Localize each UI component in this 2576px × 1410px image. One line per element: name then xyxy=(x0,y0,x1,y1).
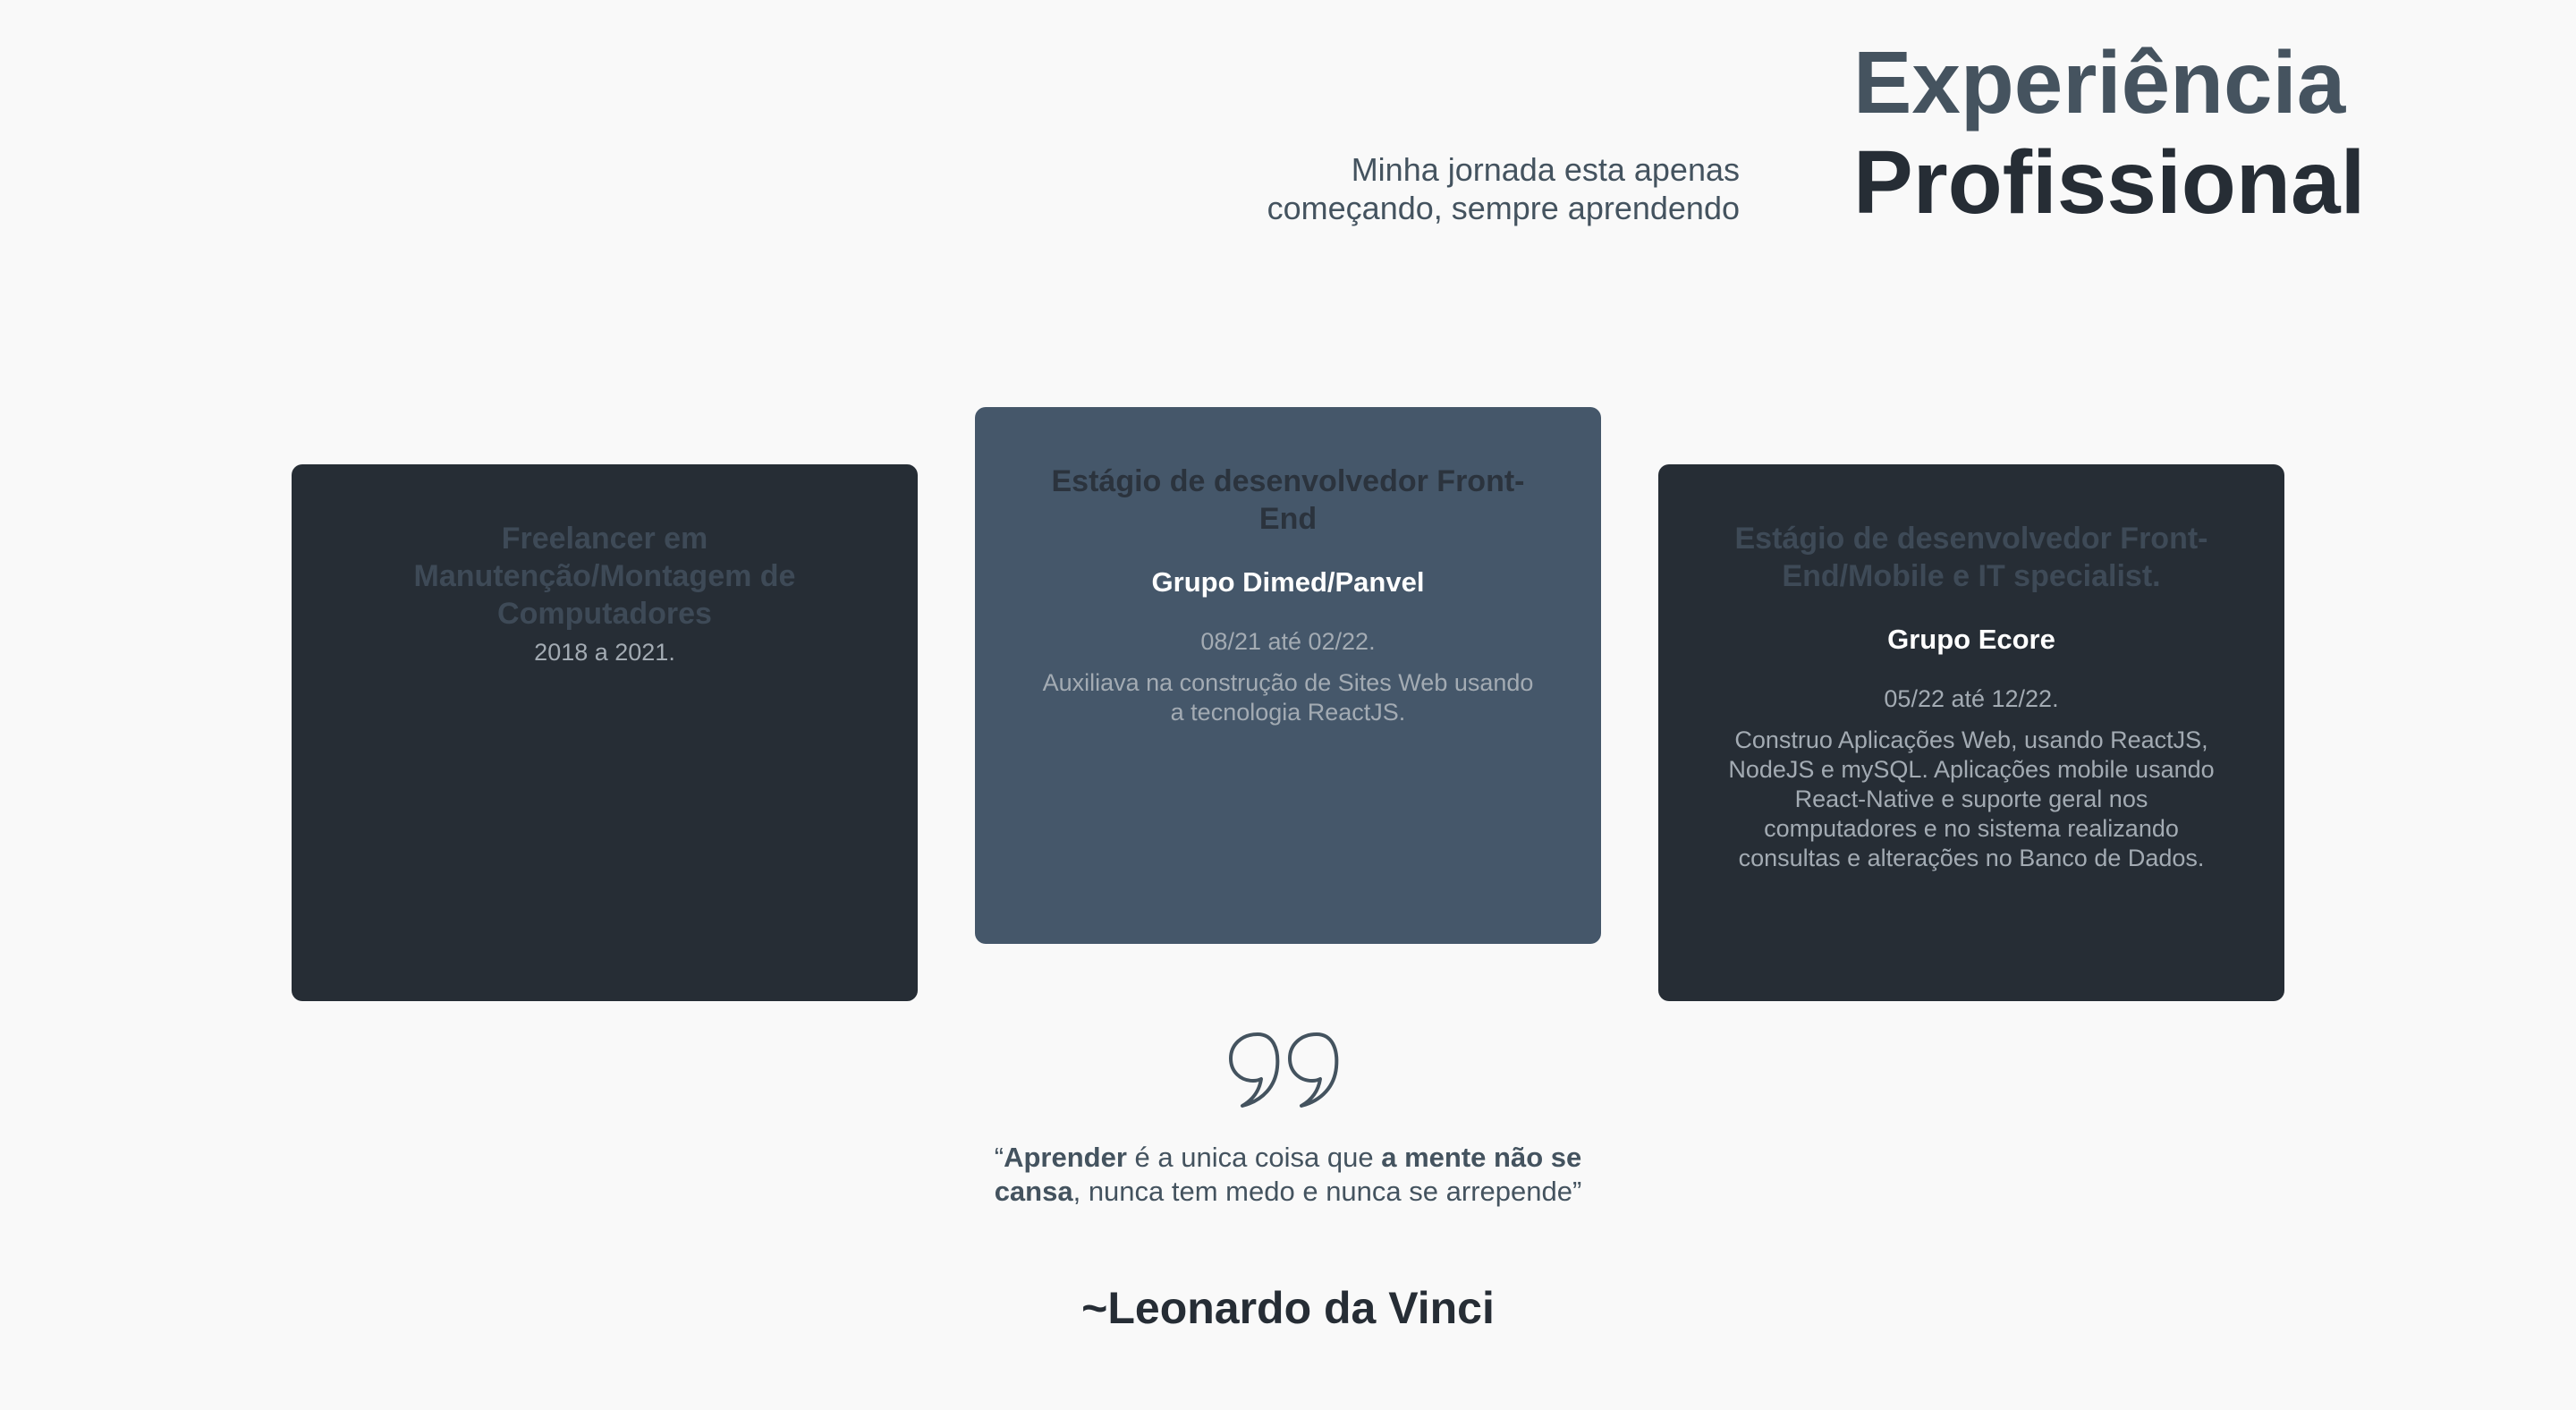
subtitle-line-1: Minha jornada esta apenas xyxy=(1351,151,1740,188)
card-company: Grupo Ecore xyxy=(1887,624,2055,655)
card-description: Auxiliava na construção de Sites Web usa… xyxy=(1042,669,1534,726)
quote-part-2: , nunca tem medo e nunca se arrepende xyxy=(1072,1176,1572,1207)
quote-author: ~Leonardo da Vinci xyxy=(1081,1283,1495,1333)
card-period: 2018 a 2021. xyxy=(534,639,675,666)
card-title: Estágio de desenvolvedor Front-End/Mobil… xyxy=(1734,522,2208,593)
quote-bold-word: Aprender xyxy=(1004,1142,1127,1173)
card-description: Construo Aplicações Web, usando ReactJS,… xyxy=(1728,726,2215,871)
card-title: Freelancer em Manutenção/Montagem de Com… xyxy=(413,522,796,631)
card-period: 08/21 até 02/22. xyxy=(1200,628,1376,655)
quote-open-mark: “ xyxy=(994,1142,1004,1173)
experience-card-dimed[interactable]: Estágio de desenvolvedor Front-End Grupo… xyxy=(975,407,1601,944)
quote-close-mark: ” xyxy=(1572,1176,1582,1207)
subtitle-line-2: começando, sempre aprendendo xyxy=(1267,190,1740,226)
section-title: Experiência Profissional xyxy=(1853,32,2365,233)
quote-text: “Aprender é a unica coisa que a mente nã… xyxy=(948,1141,1628,1209)
experience-card-ecore[interactable]: Estágio de desenvolvedor Front-End/Mobil… xyxy=(1658,464,2284,1001)
quote-part-1: é a unica coisa que xyxy=(1126,1142,1382,1173)
experience-card-freelancer[interactable]: Freelancer em Manutenção/Montagem de Com… xyxy=(292,464,918,1001)
card-company: Grupo Dimed/Panvel xyxy=(1151,566,1425,598)
quote-icon xyxy=(1229,1032,1339,1108)
card-period: 05/22 até 12/22. xyxy=(1884,685,2059,712)
card-title: Estágio de desenvolvedor Front-End xyxy=(1051,464,1525,536)
title-line-2: Profissional xyxy=(1853,132,2366,233)
section-subtitle: Minha jornada esta apenas começando, sem… xyxy=(1114,150,1740,227)
title-line-1: Experiência xyxy=(1853,33,2346,132)
